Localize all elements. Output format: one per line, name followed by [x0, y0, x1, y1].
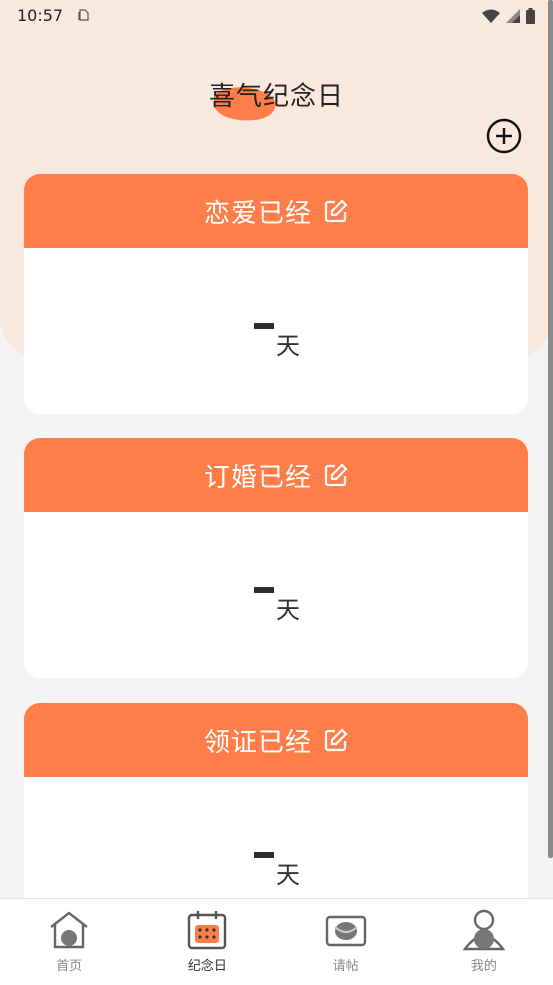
- page-title: 喜气纪念日: [208, 82, 344, 112]
- day-count: [254, 852, 274, 858]
- card-body: 天: [24, 248, 528, 414]
- card-body: 天: [24, 512, 528, 678]
- add-icon[interactable]: [486, 118, 522, 154]
- home-icon: [50, 911, 88, 949]
- nav-item-anniversary[interactable]: 纪念日: [138, 899, 276, 985]
- battery-icon: [526, 8, 535, 24]
- day-unit: 天: [276, 596, 300, 624]
- card-header: 订婚已经: [24, 438, 528, 512]
- card-title: 恋爱已经: [203, 198, 312, 229]
- day-unit: 天: [276, 332, 300, 360]
- day-count: [254, 323, 274, 329]
- card-header: 恋爱已经: [24, 174, 528, 248]
- status-icons: [482, 8, 535, 24]
- profile-icon: [462, 909, 505, 951]
- nav-item-home[interactable]: 首页: [0, 899, 138, 985]
- wifi-icon: [482, 9, 500, 23]
- nav-item-profile[interactable]: 我的: [415, 899, 553, 985]
- day-unit: 天: [276, 861, 300, 889]
- nav-item-invitation[interactable]: 请帖: [277, 899, 415, 985]
- status-time: 10:57: [17, 6, 64, 25]
- day-count: [254, 587, 274, 593]
- status-bar: 10:57: [0, 0, 553, 32]
- anniversary-card-love[interactable]: 恋爱已经 天: [24, 174, 528, 414]
- calendar-icon: [188, 911, 227, 950]
- bottom-nav: 首页 纪念日 请帖 我的: [0, 898, 553, 985]
- scrollbar[interactable]: [548, 0, 553, 858]
- notification-icon: [78, 9, 89, 21]
- anniversary-card-engagement[interactable]: 订婚已经 天: [24, 438, 528, 678]
- card-title: 订婚已经: [203, 462, 312, 493]
- nav-label-anniversary: 纪念日: [187, 959, 227, 974]
- edit-icon[interactable]: [324, 199, 348, 223]
- nav-label-profile: 我的: [470, 959, 497, 974]
- edit-icon[interactable]: [324, 463, 348, 487]
- edit-icon[interactable]: [324, 728, 348, 752]
- nav-label-home: 首页: [56, 959, 83, 974]
- signal-icon: [506, 9, 520, 23]
- invitation-icon: [325, 915, 366, 947]
- card-title: 领证已经: [203, 727, 312, 758]
- card-header: 领证已经: [24, 703, 528, 777]
- nav-label-invitation: 请帖: [332, 959, 359, 974]
